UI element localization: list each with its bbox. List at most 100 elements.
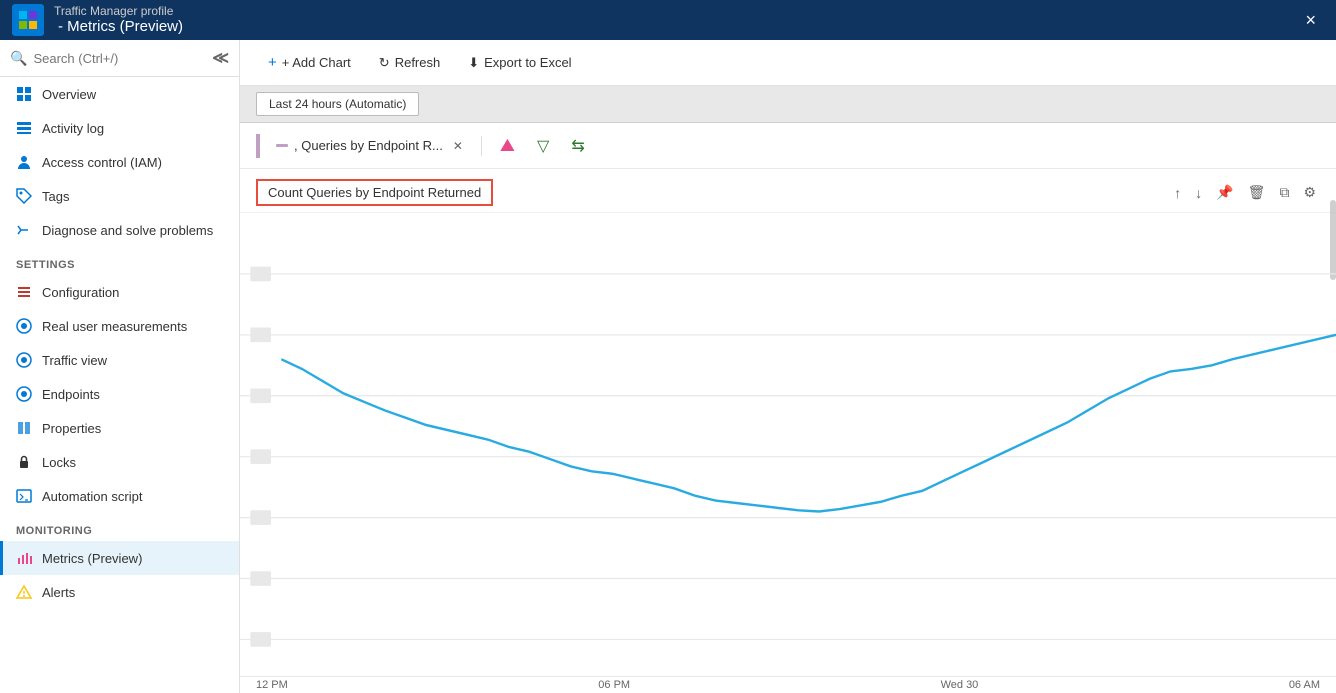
endpoints-icon [16,386,32,402]
sidebar-item-configuration[interactable]: Configuration [0,275,239,309]
automation-script-icon [16,488,32,504]
sidebar-item-endpoints-label: Endpoints [42,387,100,402]
chart-type-icon: ⛰ [500,135,515,156]
x-label-3: Wed 30 [941,679,979,691]
sidebar-item-endpoints[interactable]: Endpoints [0,377,239,411]
locks-icon [16,454,32,470]
header-title: - Metrics (Preview) [58,18,183,36]
sidebar-item-overview[interactable]: Overview [0,77,239,111]
chart-canvas [240,213,1336,676]
header: Traffic Manager profile - Metrics (Previ… [0,0,1336,40]
filter-button[interactable]: ▽ [529,132,557,160]
refresh-icon: ↻ [379,55,390,71]
export-button[interactable]: ⬇ Export to Excel [456,49,583,77]
tab-divider [481,136,482,156]
header-subtitle: Traffic Manager profile [54,4,183,18]
search-icon: 🔍 [10,50,27,67]
toolbar: + + Add Chart ↻ Refresh ⬇ Export to Exce… [240,40,1336,86]
time-bar: Last 24 hours (Automatic) [240,86,1336,123]
tab-color-indicator [276,144,288,147]
sidebar-item-properties[interactable]: Properties [0,411,239,445]
x-axis-labels: 12 PM 06 PM Wed 30 06 AM [240,676,1336,693]
monitoring-section-label: MONITORING [0,513,239,541]
add-chart-icon: + [268,54,277,71]
sidebar-item-diagnose-label: Diagnose and solve problems [42,223,213,238]
time-selector-button[interactable]: Last 24 hours (Automatic) [256,92,419,116]
sidebar-item-diagnose[interactable]: Diagnose and solve problems [0,213,239,247]
chart-svg [240,213,1336,676]
tags-icon [16,188,32,204]
chart-header: Count Queries by Endpoint Returned ↑ ↓ 📌… [240,169,1336,213]
sidebar-scroll: Overview Activity log Access control (IA… [0,77,239,693]
traffic-view-icon [16,352,32,368]
sort-asc-button[interactable]: ↑ [1170,183,1185,203]
chart-area: , Queries by Endpoint R... ✕ ⛰ ▽ ⇆ Count… [240,123,1336,693]
access-control-icon [16,154,32,170]
chart-tab-queries[interactable]: , Queries by Endpoint R... ✕ [268,134,471,157]
split-button[interactable]: ⇆ [563,132,592,160]
search-input[interactable] [33,51,183,66]
pin-button[interactable]: 📌 [1212,182,1237,203]
sort-desc-button[interactable]: ↓ [1191,183,1206,203]
sidebar-item-traffic-view-label: Traffic view [42,353,107,368]
alerts-icon [16,584,32,600]
export-label: Export to Excel [484,55,571,70]
overview-icon [16,86,32,102]
sidebar-item-tags-label: Tags [42,189,69,204]
sidebar-item-locks[interactable]: Locks [0,445,239,479]
sidebar-item-real-user-measurements[interactable]: Real user measurements [0,309,239,343]
sidebar-item-metrics-label: Metrics (Preview) [42,551,142,566]
sidebar-item-alerts-label: Alerts [42,585,75,600]
activity-log-icon [16,120,32,136]
copy-button[interactable]: ⧉ [1275,182,1293,203]
refresh-button[interactable]: ↻ Refresh [367,49,452,77]
chart-tab-label: , Queries by Endpoint R... [294,138,443,153]
app-logo [12,4,44,36]
export-icon: ⬇ [468,55,479,71]
sidebar-item-automation-label: Automation script [42,489,142,504]
sidebar-item-access-control-label: Access control (IAM) [42,155,162,170]
chart-actions: ↑ ↓ 📌 🗑 ⧉ ⚙ [1170,182,1320,203]
sidebar-item-configuration-label: Configuration [42,285,119,300]
collapse-button[interactable]: ≪ [212,48,229,68]
time-selector-label: Last 24 hours (Automatic) [269,97,406,111]
configuration-icon [16,284,32,300]
close-button[interactable]: × [1297,10,1324,31]
rum-icon [16,318,32,334]
sidebar-item-locks-label: Locks [42,455,76,470]
split-icon: ⇆ [571,136,584,156]
sidebar-item-tags[interactable]: Tags [0,179,239,213]
chart-title: Count Queries by Endpoint Returned [256,179,493,206]
sidebar-item-overview-label: Overview [42,87,96,102]
main-content: + + Add Chart ↻ Refresh ⬇ Export to Exce… [240,40,1336,693]
main-layout: 🔍 ≪ Overview Activity log [0,40,1336,693]
sidebar-item-automation-script[interactable]: Automation script [0,479,239,513]
sidebar-item-access-control[interactable]: Access control (IAM) [0,145,239,179]
sidebar-item-properties-label: Properties [42,421,101,436]
filter-icon: ▽ [537,136,549,156]
chart-line [281,335,1336,512]
x-label-4: 06 AM [1289,679,1320,691]
diagnose-icon [16,222,32,238]
search-bar: 🔍 ≪ [0,40,239,77]
properties-icon [16,420,32,436]
refresh-label: Refresh [395,55,441,70]
sidebar-item-activity-log-label: Activity log [42,121,104,136]
tab-accent [256,134,260,158]
chart-tabs: , Queries by Endpoint R... ✕ ⛰ ▽ ⇆ [240,123,1336,169]
sidebar-item-rum-label: Real user measurements [42,319,187,334]
tab-close-icon[interactable]: ✕ [453,139,463,153]
sidebar-item-traffic-view[interactable]: Traffic view [0,343,239,377]
chart-type-button[interactable]: ⛰ [492,131,523,160]
settings-button[interactable]: ⚙ [1299,182,1320,203]
add-chart-label: + Add Chart [282,55,351,70]
delete-button[interactable]: 🗑 [1244,182,1270,203]
metrics-icon [16,550,32,566]
sidebar-item-metrics-preview[interactable]: Metrics (Preview) [0,541,239,575]
x-label-2: 06 PM [598,679,630,691]
settings-section-label: SETTINGS [0,247,239,275]
sidebar: 🔍 ≪ Overview Activity log [0,40,240,693]
sidebar-item-activity-log[interactable]: Activity log [0,111,239,145]
add-chart-button[interactable]: + + Add Chart [256,48,363,77]
sidebar-item-alerts[interactable]: Alerts [0,575,239,609]
